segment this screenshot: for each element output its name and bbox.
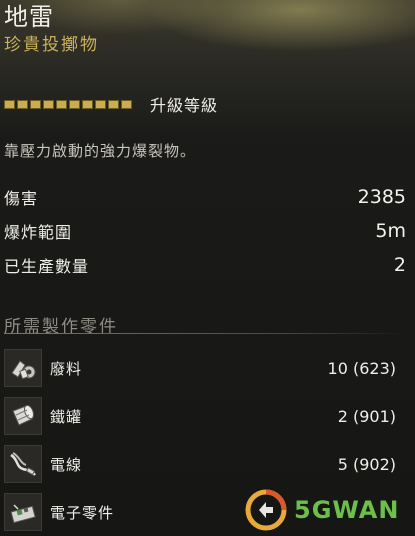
upgrade-pip <box>17 99 28 109</box>
stat-row-produced: 已生產數量 2 <box>4 248 406 282</box>
upgrade-pip <box>30 99 41 109</box>
stat-label: 已生產數量 <box>4 257 90 276</box>
item-header: 地雷 珍貴投擲物 <box>4 2 99 56</box>
upgrade-level: 升級等級 <box>4 92 218 116</box>
stat-row-damage: 傷害 2385 <box>4 180 406 214</box>
5gwan-logo-icon <box>245 489 287 531</box>
upgrade-pip <box>69 99 80 109</box>
upgrade-pip <box>4 99 15 109</box>
item-rarity: 珍貴投擲物 <box>4 35 99 55</box>
component-name: 鐵罐 <box>50 407 83 426</box>
scrap-icon <box>4 349 42 387</box>
watermark-text: 5GWAN <box>294 496 400 524</box>
component-row-tin-can: 鐵罐 2 (901) <box>4 392 406 440</box>
stat-label: 爆炸範圍 <box>4 223 73 242</box>
stat-value: 2 <box>393 254 406 276</box>
stat-value: 5m <box>375 220 406 242</box>
component-name: 電線 <box>50 455 83 474</box>
wire-icon <box>4 445 42 483</box>
upgrade-pip <box>121 99 132 109</box>
stat-row-blast-radius: 爆炸範圍 5m <box>4 214 406 248</box>
stats-list: 傷害 2385 爆炸範圍 5m 已生產數量 2 <box>4 180 406 282</box>
upgrade-pip <box>82 99 93 109</box>
stat-label: 傷害 <box>4 189 39 208</box>
component-row-wire: 電線 5 (902) <box>4 440 406 488</box>
tin-can-icon <box>4 397 42 435</box>
component-row-scrap: 廢料 10 (623) <box>4 344 406 392</box>
upgrade-pip <box>43 99 54 109</box>
upgrade-pips <box>4 99 132 109</box>
item-name: 地雷 <box>4 3 54 31</box>
component-qty: 10 (623) <box>327 358 396 378</box>
item-description: 靠壓力啟動的強力爆裂物。 <box>4 142 197 160</box>
upgrade-label: 升級等級 <box>150 96 219 115</box>
components-divider <box>4 333 406 334</box>
stat-value: 2385 <box>357 186 406 208</box>
component-qty: 2 (901) <box>337 406 396 426</box>
electronics-icon <box>4 493 42 531</box>
upgrade-pip <box>95 99 106 109</box>
upgrade-pip <box>108 99 119 109</box>
watermark: 5GWAN <box>244 486 415 534</box>
upgrade-pip <box>56 99 67 109</box>
component-qty: 5 (902) <box>337 454 396 474</box>
component-name: 廢料 <box>50 359 83 378</box>
